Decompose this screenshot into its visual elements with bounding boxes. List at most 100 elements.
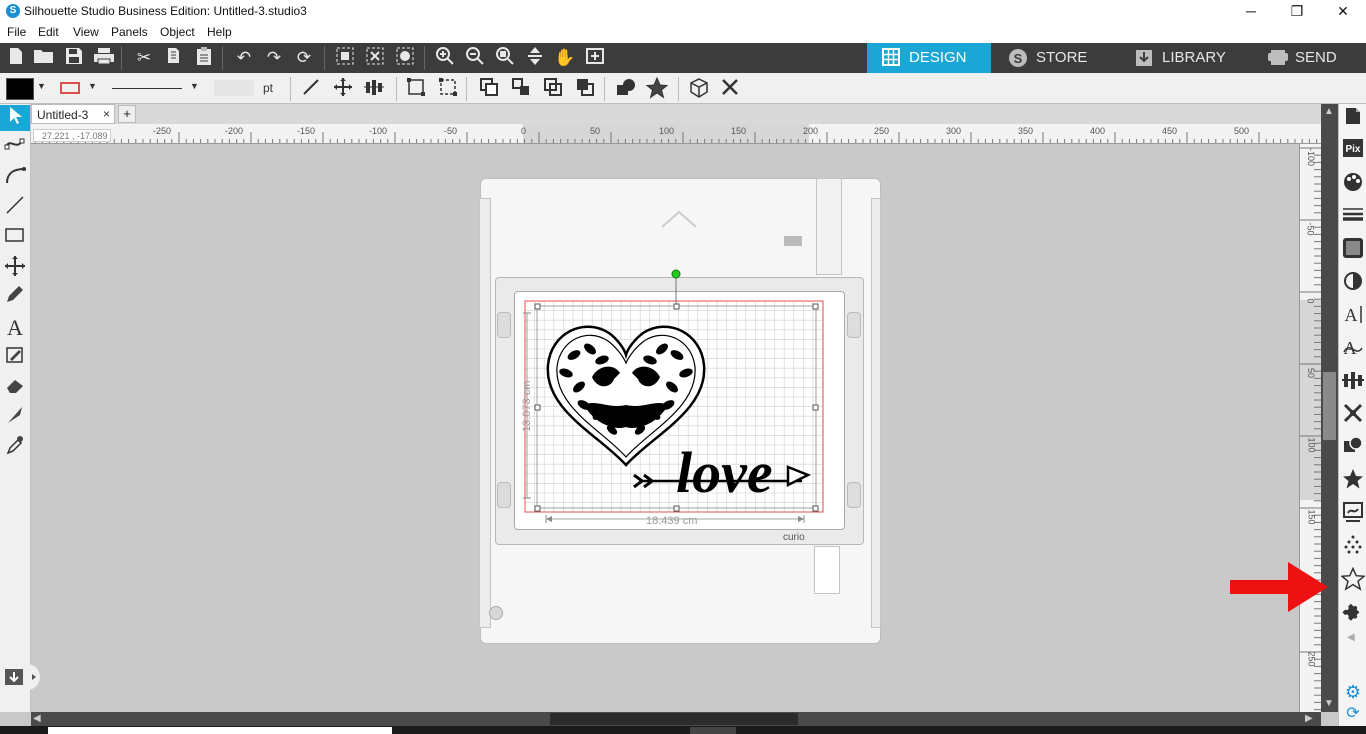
trace-icon[interactable] <box>1341 501 1365 527</box>
design-canvas[interactable]: love 18.439 cm 13.073 cm <box>470 170 890 650</box>
ungroup-icon[interactable] <box>436 77 460 101</box>
horizontal-scrollbar[interactable]: ◀ ▶ <box>31 712 1321 726</box>
sketch-tool-icon[interactable] <box>3 345 27 371</box>
fill-pattern-icon[interactable] <box>1341 237 1365 263</box>
restore-button[interactable]: ❐ <box>1274 0 1320 23</box>
modify-icon[interactable] <box>1341 435 1365 461</box>
pan-hand-icon[interactable]: ✋ <box>553 46 577 70</box>
ruler-label: -50 <box>444 126 458 136</box>
zoom-out-icon[interactable] <box>463 46 487 70</box>
rhinestone-star-outline-icon[interactable] <box>1340 566 1366 593</box>
puzzle-icon[interactable] <box>1341 600 1365 626</box>
tab-send[interactable]: SEND <box>1253 43 1366 73</box>
new-document-icon[interactable] <box>4 46 28 70</box>
tab-library-label: LIBRARY <box>1162 49 1226 66</box>
tab-library[interactable]: LIBRARY <box>1120 43 1244 73</box>
doc-tab-untitled-3[interactable]: Untitled-3 × <box>31 104 115 124</box>
3d-box-icon[interactable] <box>687 77 711 101</box>
release-compound-path-icon[interactable] <box>509 77 533 101</box>
pan-move-icon[interactable] <box>3 255 27 281</box>
save-icon[interactable] <box>62 46 86 70</box>
sync-refresh-icon[interactable]: ⟳ <box>1341 701 1365 727</box>
fill-color-palette-icon[interactable] <box>1341 171 1365 197</box>
copy-icon[interactable] <box>162 46 186 70</box>
transparency-icon[interactable] <box>1341 270 1365 296</box>
pixscan-icon[interactable]: Pix <box>1341 138 1365 164</box>
fill-color-swatch[interactable] <box>6 78 34 100</box>
menu-edit[interactable]: Edit <box>38 25 59 39</box>
line-style-dropdown-icon[interactable]: ▼ <box>190 81 199 91</box>
vertical-scrollbar[interactable]: ▲ ▼ <box>1321 104 1338 712</box>
scroll-left-arrow-icon[interactable]: ◀ <box>33 713 41 724</box>
point-edit-icon[interactable] <box>3 135 27 161</box>
line-color-dropdown-icon[interactable]: ▼ <box>88 81 97 91</box>
page-setup-icon[interactable] <box>1341 106 1365 132</box>
make-compound-path-icon[interactable] <box>477 77 501 101</box>
close-window-button[interactable]: ✕ <box>1320 0 1366 23</box>
curve-draw-icon[interactable] <box>3 165 27 191</box>
select-all-icon[interactable] <box>333 46 357 70</box>
scroll-right-arrow-icon[interactable]: ▶ <box>1305 713 1313 724</box>
horizontal-scroll-thumb[interactable] <box>550 713 798 725</box>
menu-help[interactable]: Help <box>207 25 232 39</box>
eraser-tool-icon[interactable] <box>3 375 27 401</box>
ruler-label: -200 <box>225 126 244 136</box>
move-crosshair-icon[interactable] <box>331 77 355 101</box>
text-style-icon[interactable]: A <box>1341 303 1365 329</box>
text-tool-icon[interactable]: A <box>3 315 27 341</box>
minimize-button[interactable]: ─ <box>1228 0 1274 23</box>
line-color-swatch[interactable] <box>60 82 80 94</box>
redo-icon[interactable]: ↷ <box>262 46 286 70</box>
refresh-redraw-icon[interactable]: ⟳ <box>292 46 316 70</box>
replicate-icon[interactable] <box>1341 402 1365 428</box>
bring-to-front-icon[interactable] <box>541 77 565 101</box>
sketch-dots-icon[interactable] <box>1341 534 1365 560</box>
offset-star-icon[interactable] <box>1341 468 1365 494</box>
tab-store[interactable]: S STORE <box>994 43 1112 73</box>
line-width-input[interactable] <box>214 80 254 96</box>
paste-clipboard-icon[interactable] <box>192 46 216 70</box>
fill-color-dropdown-icon[interactable]: ▼ <box>37 81 46 91</box>
line-style-preview[interactable] <box>112 88 182 89</box>
zoom-selected-icon[interactable] <box>493 46 517 70</box>
tab-store-label: STORE <box>1036 49 1088 66</box>
tab-design[interactable]: DESIGN <box>867 43 991 73</box>
weld-icon[interactable] <box>614 77 638 101</box>
text-to-path-icon[interactable]: A <box>1341 336 1365 362</box>
menu-view[interactable]: View <box>73 25 99 39</box>
align-center-icon[interactable] <box>362 77 386 101</box>
select-by-color-icon[interactable] <box>393 46 417 70</box>
group-icon[interactable] <box>404 77 428 101</box>
line-style-icon[interactable] <box>1341 204 1365 230</box>
cut-scissors-icon[interactable]: ✂ <box>132 46 156 70</box>
align-icon[interactable] <box>1341 369 1365 395</box>
menu-file[interactable]: File <box>7 25 26 39</box>
rectangle-tool-icon[interactable] <box>3 225 27 251</box>
draw-line-icon[interactable] <box>299 77 323 101</box>
scroll-down-arrow-icon[interactable]: ▼ <box>1324 698 1334 709</box>
send-to-back-icon[interactable] <box>573 77 597 101</box>
add-tab-button[interactable]: + <box>118 105 136 123</box>
move-page-icon[interactable] <box>523 46 547 70</box>
fit-to-page-icon[interactable] <box>583 46 607 70</box>
toolbar-separator <box>604 77 605 101</box>
pencil-tool-icon[interactable] <box>3 285 27 311</box>
zoom-in-icon[interactable] <box>433 46 457 70</box>
print-icon[interactable] <box>92 46 116 70</box>
open-folder-icon[interactable] <box>32 46 56 70</box>
collapse-left-arrow-icon[interactable]: ◀ <box>1347 632 1355 643</box>
knife-tool-icon[interactable] <box>3 405 27 431</box>
select-arrow-icon[interactable] <box>0 105 30 131</box>
doc-tab-close-button[interactable]: × <box>103 107 110 121</box>
delete-x-icon[interactable] <box>718 77 742 101</box>
favorites-star-icon[interactable] <box>645 76 669 101</box>
library-dock-button[interactable] <box>0 664 40 690</box>
scroll-up-arrow-icon[interactable]: ▲ <box>1324 106 1334 117</box>
line-tool-icon[interactable] <box>3 195 27 221</box>
vertical-scroll-thumb[interactable] <box>1323 372 1336 440</box>
menu-panels[interactable]: Panels <box>111 25 148 39</box>
undo-icon[interactable]: ↶ <box>232 46 256 70</box>
deselect-icon[interactable] <box>363 46 387 70</box>
menu-object[interactable]: Object <box>160 25 195 39</box>
eyedropper-icon[interactable] <box>3 435 27 461</box>
